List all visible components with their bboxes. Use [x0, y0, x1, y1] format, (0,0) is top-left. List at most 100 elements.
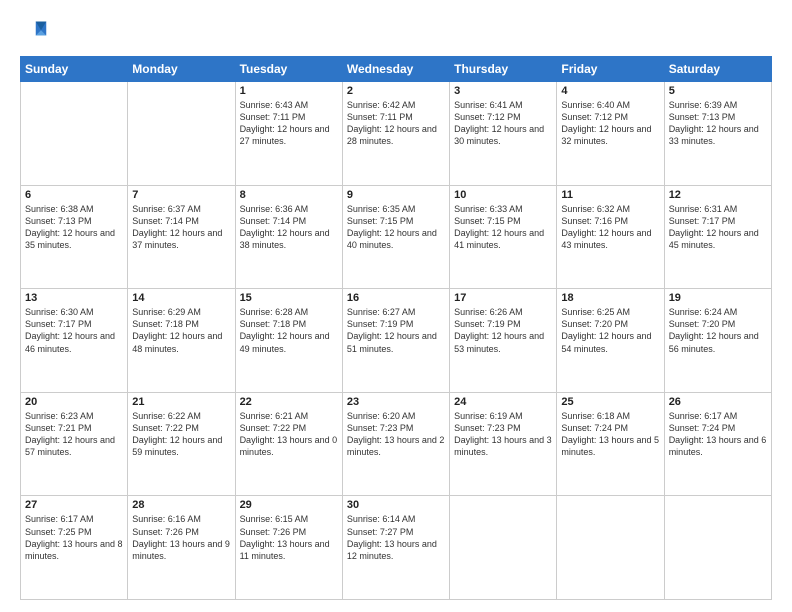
calendar-cell: 5 Sunrise: 6:39 AM Sunset: 7:13 PM Daylig…	[664, 82, 771, 186]
day-number: 20	[25, 396, 123, 408]
day-number: 19	[669, 292, 767, 304]
calendar-cell: 4 Sunrise: 6:40 AM Sunset: 7:12 PM Daylig…	[557, 82, 664, 186]
calendar-cell: 23Sunrise: 6:20 AM Sunset: 7:23 PM Dayli…	[342, 392, 449, 496]
day-content: Sunrise: 6:32 AM Sunset: 7:16 PM Dayligh…	[561, 203, 659, 252]
calendar-cell	[128, 82, 235, 186]
day-number: 27	[25, 499, 123, 511]
day-content: Sunrise: 6:37 AM Sunset: 7:14 PM Dayligh…	[132, 203, 230, 252]
day-content: Sunrise: 6:41 AM Sunset: 7:12 PM Dayligh…	[454, 99, 552, 148]
day-number: 30	[347, 499, 445, 511]
day-content: Sunrise: 6:28 AM Sunset: 7:18 PM Dayligh…	[240, 306, 338, 355]
calendar-cell: 19 Sunrise: 6:24 AM Sunset: 7:20 PM Dayli…	[664, 289, 771, 393]
calendar-cell: 18 Sunrise: 6:25 AM Sunset: 7:20 PM Dayli…	[557, 289, 664, 393]
calendar-table: SundayMondayTuesdayWednesdayThursdayFrid…	[20, 56, 772, 600]
weekday-header-saturday: Saturday	[664, 57, 771, 82]
calendar-cell: 3 Sunrise: 6:41 AM Sunset: 7:12 PM Daylig…	[450, 82, 557, 186]
calendar-cell: 1 Sunrise: 6:43 AM Sunset: 7:11 PM Daylig…	[235, 82, 342, 186]
day-content: Sunrise: 6:17 AM Sunset: 7:25 PM Dayligh…	[25, 513, 123, 562]
day-content: Sunrise: 6:15 AM Sunset: 7:26 PM Dayligh…	[240, 513, 338, 562]
day-number: 17	[454, 292, 552, 304]
day-content: Sunrise: 6:29 AM Sunset: 7:18 PM Dayligh…	[132, 306, 230, 355]
day-number: 14	[132, 292, 230, 304]
day-number: 9	[347, 189, 445, 201]
day-number: 6	[25, 189, 123, 201]
day-content: Sunrise: 6:22 AM Sunset: 7:22 PM Dayligh…	[132, 410, 230, 459]
day-number: 28	[132, 499, 230, 511]
weekday-header-monday: Monday	[128, 57, 235, 82]
weekday-header-wednesday: Wednesday	[342, 57, 449, 82]
day-content: Sunrise: 6:35 AM Sunset: 7:15 PM Dayligh…	[347, 203, 445, 252]
logo	[20, 18, 52, 46]
calendar-cell: 15 Sunrise: 6:28 AM Sunset: 7:18 PM Dayli…	[235, 289, 342, 393]
calendar-cell: 11 Sunrise: 6:32 AM Sunset: 7:16 PM Dayli…	[557, 185, 664, 289]
calendar-cell	[557, 496, 664, 600]
day-number: 1	[240, 85, 338, 97]
day-number: 21	[132, 396, 230, 408]
calendar-cell: 21 Sunrise: 6:22 AM Sunset: 7:22 PM Dayli…	[128, 392, 235, 496]
day-content: Sunrise: 6:40 AM Sunset: 7:12 PM Dayligh…	[561, 99, 659, 148]
day-number: 8	[240, 189, 338, 201]
day-content: Sunrise: 6:42 AM Sunset: 7:11 PM Dayligh…	[347, 99, 445, 148]
day-content: Sunrise: 6:16 AM Sunset: 7:26 PM Dayligh…	[132, 513, 230, 562]
calendar-cell: 13 Sunrise: 6:30 AM Sunset: 7:17 PM Dayli…	[21, 289, 128, 393]
day-content: Sunrise: 6:21 AM Sunset: 7:22 PM Dayligh…	[240, 410, 338, 459]
calendar-cell: 8 Sunrise: 6:36 AM Sunset: 7:14 PM Daylig…	[235, 185, 342, 289]
calendar-cell: 25Sunrise: 6:18 AM Sunset: 7:24 PM Dayli…	[557, 392, 664, 496]
weekday-header-thursday: Thursday	[450, 57, 557, 82]
calendar-cell: 20Sunrise: 6:23 AM Sunset: 7:21 PM Dayli…	[21, 392, 128, 496]
day-content: Sunrise: 6:24 AM Sunset: 7:20 PM Dayligh…	[669, 306, 767, 355]
calendar-cell: 28 Sunrise: 6:16 AM Sunset: 7:26 PM Dayli…	[128, 496, 235, 600]
day-number: 22	[240, 396, 338, 408]
day-number: 11	[561, 189, 659, 201]
day-content: Sunrise: 6:18 AM Sunset: 7:24 PM Dayligh…	[561, 410, 659, 459]
calendar-cell	[664, 496, 771, 600]
day-number: 4	[561, 85, 659, 97]
weekday-header-row: SundayMondayTuesdayWednesdayThursdayFrid…	[21, 57, 772, 82]
day-number: 16	[347, 292, 445, 304]
calendar-cell: 17 Sunrise: 6:26 AM Sunset: 7:19 PM Dayli…	[450, 289, 557, 393]
day-content: Sunrise: 6:25 AM Sunset: 7:20 PM Dayligh…	[561, 306, 659, 355]
day-content: Sunrise: 6:39 AM Sunset: 7:13 PM Dayligh…	[669, 99, 767, 148]
day-content: Sunrise: 6:19 AM Sunset: 7:23 PM Dayligh…	[454, 410, 552, 459]
day-content: Sunrise: 6:14 AM Sunset: 7:27 PM Dayligh…	[347, 513, 445, 562]
week-row-1: 1 Sunrise: 6:43 AM Sunset: 7:11 PM Daylig…	[21, 82, 772, 186]
day-content: Sunrise: 6:33 AM Sunset: 7:15 PM Dayligh…	[454, 203, 552, 252]
week-row-5: 27 Sunrise: 6:17 AM Sunset: 7:25 PM Dayli…	[21, 496, 772, 600]
day-number: 15	[240, 292, 338, 304]
day-number: 13	[25, 292, 123, 304]
weekday-header-tuesday: Tuesday	[235, 57, 342, 82]
calendar-cell: 12 Sunrise: 6:31 AM Sunset: 7:17 PM Dayli…	[664, 185, 771, 289]
week-row-4: 20Sunrise: 6:23 AM Sunset: 7:21 PM Dayli…	[21, 392, 772, 496]
day-content: Sunrise: 6:26 AM Sunset: 7:19 PM Dayligh…	[454, 306, 552, 355]
calendar-cell: 29Sunrise: 6:15 AM Sunset: 7:26 PM Dayli…	[235, 496, 342, 600]
day-content: Sunrise: 6:17 AM Sunset: 7:24 PM Dayligh…	[669, 410, 767, 459]
calendar-cell: 26 Sunrise: 6:17 AM Sunset: 7:24 PM Dayli…	[664, 392, 771, 496]
day-number: 3	[454, 85, 552, 97]
calendar-cell: 7 Sunrise: 6:37 AM Sunset: 7:14 PM Daylig…	[128, 185, 235, 289]
header	[20, 18, 772, 46]
day-number: 5	[669, 85, 767, 97]
calendar-cell: 2 Sunrise: 6:42 AM Sunset: 7:11 PM Daylig…	[342, 82, 449, 186]
day-content: Sunrise: 6:20 AM Sunset: 7:23 PM Dayligh…	[347, 410, 445, 459]
day-number: 10	[454, 189, 552, 201]
day-content: Sunrise: 6:27 AM Sunset: 7:19 PM Dayligh…	[347, 306, 445, 355]
day-content: Sunrise: 6:30 AM Sunset: 7:17 PM Dayligh…	[25, 306, 123, 355]
calendar-cell: 10 Sunrise: 6:33 AM Sunset: 7:15 PM Dayli…	[450, 185, 557, 289]
day-number: 26	[669, 396, 767, 408]
day-number: 18	[561, 292, 659, 304]
day-content: Sunrise: 6:43 AM Sunset: 7:11 PM Dayligh…	[240, 99, 338, 148]
week-row-2: 6 Sunrise: 6:38 AM Sunset: 7:13 PM Daylig…	[21, 185, 772, 289]
day-number: 12	[669, 189, 767, 201]
week-row-3: 13 Sunrise: 6:30 AM Sunset: 7:17 PM Dayli…	[21, 289, 772, 393]
day-content: Sunrise: 6:38 AM Sunset: 7:13 PM Dayligh…	[25, 203, 123, 252]
calendar-cell: 9 Sunrise: 6:35 AM Sunset: 7:15 PM Daylig…	[342, 185, 449, 289]
calendar-cell: 30 Sunrise: 6:14 AM Sunset: 7:27 PM Dayli…	[342, 496, 449, 600]
weekday-header-friday: Friday	[557, 57, 664, 82]
calendar-cell: 16 Sunrise: 6:27 AM Sunset: 7:19 PM Dayli…	[342, 289, 449, 393]
logo-icon	[20, 18, 48, 46]
day-number: 7	[132, 189, 230, 201]
page: SundayMondayTuesdayWednesdayThursdayFrid…	[0, 0, 792, 612]
day-number: 2	[347, 85, 445, 97]
day-content: Sunrise: 6:36 AM Sunset: 7:14 PM Dayligh…	[240, 203, 338, 252]
day-content: Sunrise: 6:31 AM Sunset: 7:17 PM Dayligh…	[669, 203, 767, 252]
